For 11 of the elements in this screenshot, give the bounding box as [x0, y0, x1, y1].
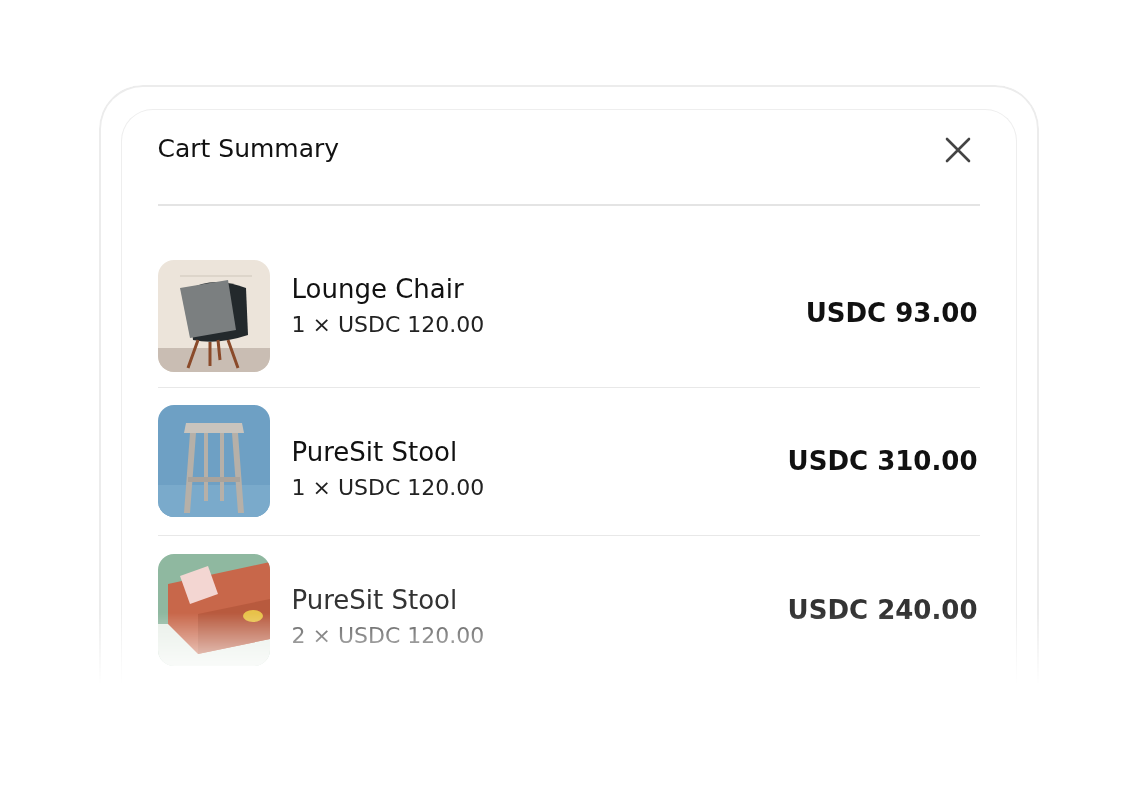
product-name: PureSit Stool [291, 585, 459, 615]
cart-title: Cart Summary [157, 133, 340, 163]
close-button[interactable] [943, 136, 972, 164]
quantity-price: 2 × USDC 120.00 [291, 623, 486, 648]
item-total: USDC 93.00 [805, 297, 978, 328]
product-name: Lounge Chair [291, 274, 465, 304]
product-name: PureSit Stool [291, 436, 459, 467]
item-total: USDC 310.00 [787, 446, 978, 476]
quantity-price: 1 × USDC 120.00 [291, 312, 486, 337]
item-total: USDC 240.00 [787, 594, 978, 625]
quantity-price: 1 × USDC 120.00 [291, 474, 486, 500]
